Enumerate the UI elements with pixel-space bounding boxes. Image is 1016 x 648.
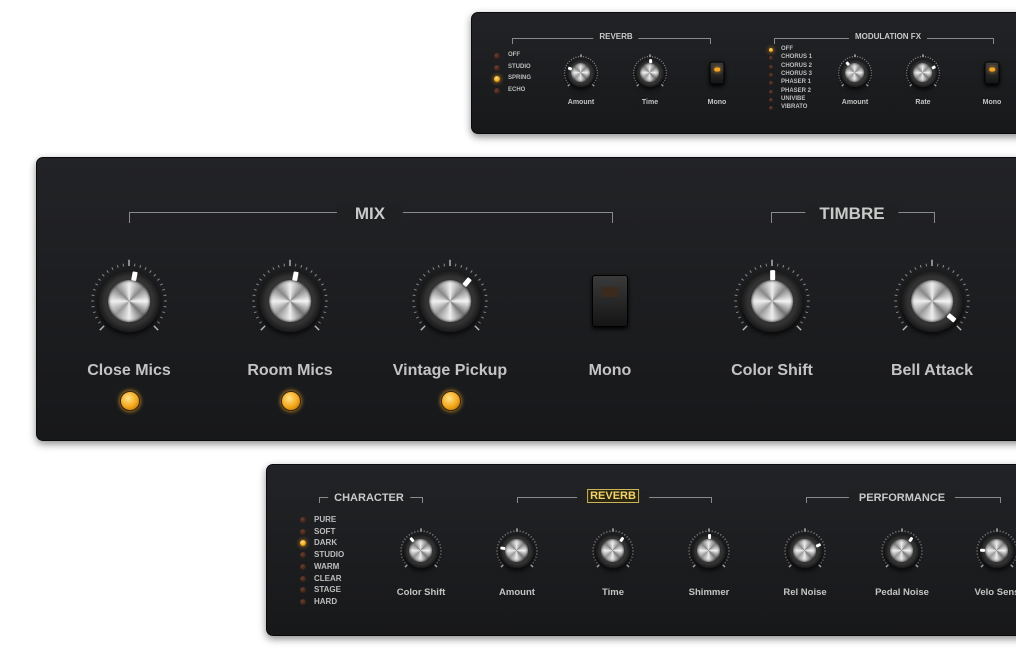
knob-cap xyxy=(750,279,794,323)
bottom-panel: CHARACTER REVERB PERFORMANCE PURE SOFT DAR… xyxy=(266,464,1016,636)
color-shift-knob[interactable] xyxy=(730,259,814,343)
character-type-option[interactable]: SOFT xyxy=(314,527,335,536)
bell-attack-knob[interactable] xyxy=(890,259,974,343)
top-panel: REVERB MODULATION FX OFF STUDIO SPRING ECHO… xyxy=(471,12,1016,134)
modulation-type-option[interactable]: CHORUS 1 xyxy=(781,54,812,60)
modulation-rate-knob[interactable] xyxy=(904,54,942,92)
character-type-led[interactable] xyxy=(300,563,306,570)
vintage-pickup-knob[interactable] xyxy=(408,259,492,343)
modulation-type-led[interactable] xyxy=(769,81,773,86)
reverb-header-label: REVERB xyxy=(587,489,639,503)
reverb-type-option[interactable]: OFF xyxy=(508,52,520,58)
reverb-header: REVERB xyxy=(577,489,649,503)
reverb-type-led[interactable] xyxy=(494,76,500,82)
room-mics-knob[interactable] xyxy=(248,259,332,343)
reverb-type-led[interactable] xyxy=(494,53,500,59)
time-knob[interactable] xyxy=(590,528,636,574)
switch-lamp xyxy=(988,67,996,72)
mono-label: Mono xyxy=(588,362,632,379)
knob-label: Amount xyxy=(499,587,535,598)
rel-noise-knob[interactable] xyxy=(782,528,828,574)
timbre-header: TIMBRE xyxy=(805,204,899,224)
pedal-noise-knob[interactable] xyxy=(879,528,925,574)
knob-cap xyxy=(268,279,312,323)
modulation-type-option[interactable]: CHORUS 2 xyxy=(781,63,812,69)
character-type-option[interactable]: CLEAR xyxy=(314,574,342,583)
modulation-type-option[interactable]: OFF xyxy=(781,46,793,52)
reverb-mono-label: Mono xyxy=(707,99,727,106)
character-type-led[interactable] xyxy=(300,552,306,559)
mix-header: MIX xyxy=(336,204,404,224)
modulation-type-option[interactable]: CHORUS 3 xyxy=(781,71,812,77)
modulation-type-led[interactable] xyxy=(769,48,773,52)
reverb-amount-knob[interactable] xyxy=(562,54,600,92)
knob-label: Velo Sens xyxy=(974,587,1016,598)
modulation-type-led[interactable] xyxy=(769,89,773,94)
velo-sens-knob[interactable] xyxy=(974,528,1016,574)
modulation-type-led[interactable] xyxy=(769,72,773,77)
performance-header: PERFORMANCE xyxy=(848,492,956,504)
modulation-type-option[interactable]: UNIVIBE xyxy=(781,96,805,102)
modulation-mono-switch[interactable] xyxy=(984,61,1000,85)
close-mics-knob[interactable] xyxy=(87,259,171,343)
modulation-knob-label: Rate xyxy=(915,99,931,106)
knob-label: Color Shift xyxy=(396,587,446,598)
modulation-amount-knob[interactable] xyxy=(836,54,874,92)
character-type-led[interactable] xyxy=(300,517,306,523)
enable-led[interactable] xyxy=(441,391,461,411)
reverb-type-option[interactable]: STUDIO xyxy=(508,64,531,70)
reverb-type-option[interactable]: ECHO xyxy=(508,87,525,93)
knob-label: Vintage Pickup xyxy=(392,362,508,379)
modulation-type-option[interactable]: PHASER 1 xyxy=(781,79,811,85)
reverb-header: REVERB xyxy=(593,32,639,41)
reverb-type-option[interactable]: SPRING xyxy=(508,75,531,81)
enable-led[interactable] xyxy=(120,391,140,411)
enable-led[interactable] xyxy=(281,391,301,411)
character-type-option[interactable]: PURE xyxy=(314,515,336,524)
color-shift-knob[interactable] xyxy=(398,528,444,574)
knob-label: Close Mics xyxy=(87,362,171,379)
character-type-led[interactable] xyxy=(300,587,306,594)
switch-lamp xyxy=(713,67,721,72)
amount-knob[interactable] xyxy=(494,528,540,574)
character-type-led[interactable] xyxy=(300,575,306,582)
modulation-type-option[interactable]: PHASER 2 xyxy=(781,88,811,94)
shimmer-knob[interactable] xyxy=(686,528,732,574)
knob-label: Rel Noise xyxy=(783,587,827,598)
knob-label: Shimmer xyxy=(688,587,730,598)
modulation-header: MODULATION FX xyxy=(848,32,928,41)
knob-label: Pedal Noise xyxy=(875,587,929,598)
reverb-type-led[interactable] xyxy=(494,87,500,94)
knob-label: Bell Attack xyxy=(890,362,974,379)
character-type-option[interactable]: STUDIO xyxy=(314,550,344,559)
modulation-type-led[interactable] xyxy=(769,56,773,61)
knob-cap xyxy=(107,279,151,323)
modulation-type-led[interactable] xyxy=(769,64,773,69)
character-header: CHARACTER xyxy=(328,492,410,504)
character-type-led[interactable] xyxy=(300,540,306,547)
reverb-knob-label: Time xyxy=(641,99,659,106)
main-panel: MIX TIMBRE Close Mics Room Mics Vintage Pi… xyxy=(36,157,1016,441)
knob-label: Room Mics xyxy=(247,362,333,379)
mono-switch[interactable] xyxy=(592,275,628,327)
character-type-option[interactable]: DARK xyxy=(314,538,337,547)
switch-lamp xyxy=(601,287,619,297)
character-type-led[interactable] xyxy=(300,528,306,535)
character-type-option[interactable]: HARD xyxy=(314,597,337,606)
reverb-time-knob[interactable] xyxy=(631,54,669,92)
character-type-option[interactable]: WARM xyxy=(314,562,339,571)
modulation-type-led[interactable] xyxy=(769,97,773,102)
character-type-option[interactable]: STAGE xyxy=(314,585,341,594)
character-type-led[interactable] xyxy=(300,598,306,605)
reverb-type-led[interactable] xyxy=(494,64,500,71)
reverb-mono-switch[interactable] xyxy=(709,61,725,85)
reverb-knob-label: Amount xyxy=(567,99,595,106)
knob-label: Time xyxy=(601,587,625,598)
modulation-type-led[interactable] xyxy=(769,106,773,111)
modulation-knob-label: Amount xyxy=(841,99,869,106)
modulation-type-option[interactable]: VIBRATO xyxy=(781,104,807,110)
knob-label: Color Shift xyxy=(731,362,813,379)
modulation-mono-label: Mono xyxy=(982,99,1002,106)
